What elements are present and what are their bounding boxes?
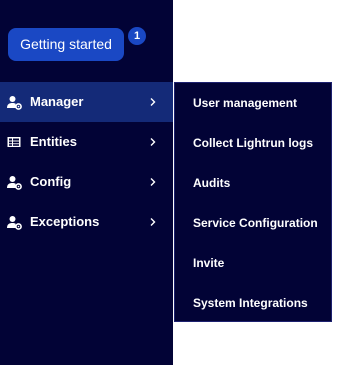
table-icon (7, 135, 22, 150)
chevron-right-icon (148, 97, 158, 107)
sidebar-item-entities[interactable]: Entities (0, 122, 173, 162)
submenu-item-collect-logs[interactable]: Collect Lightrun logs (175, 123, 331, 163)
manager-submenu: User management Collect Lightrun logs Au… (174, 82, 332, 322)
user-gear-icon (7, 95, 22, 110)
submenu-item-label: Audits (193, 176, 231, 190)
submenu-item-audits[interactable]: Audits (175, 163, 331, 203)
chevron-right-icon (148, 137, 158, 147)
sidebar-item-label: Exceptions (30, 214, 100, 229)
submenu-item-service-configuration[interactable]: Service Configuration (175, 203, 331, 243)
submenu-item-invite[interactable]: Invite (175, 243, 331, 283)
sidebar-item-label: Config (30, 174, 72, 189)
submenu-item-system-integrations[interactable]: System Integrations (175, 283, 331, 323)
submenu-item-label: User management (193, 96, 298, 110)
submenu-item-label: Collect Lightrun logs (193, 136, 313, 150)
chevron-right-icon (148, 177, 158, 187)
sidebar-item-config[interactable]: Config (0, 162, 173, 202)
user-gear-icon (7, 175, 22, 190)
chevron-right-icon (148, 217, 158, 227)
notification-badge: 1 (128, 27, 146, 45)
sidebar-item-label: Entities (30, 134, 77, 149)
sidebar-item-label: Manager (30, 94, 84, 109)
sidebar-item-exceptions[interactable]: Exceptions (0, 202, 173, 242)
user-gear-icon (7, 215, 22, 230)
sidebar: Getting started 1 Manager Entities Confi… (0, 0, 173, 365)
submenu-item-label: Invite (193, 256, 225, 270)
sidebar-item-manager[interactable]: Manager (0, 82, 173, 122)
getting-started-button[interactable]: Getting started (8, 28, 124, 61)
submenu-item-user-management[interactable]: User management (175, 83, 331, 123)
submenu-item-label: Service Configuration (193, 216, 318, 230)
submenu-item-label: System Integrations (193, 296, 308, 310)
